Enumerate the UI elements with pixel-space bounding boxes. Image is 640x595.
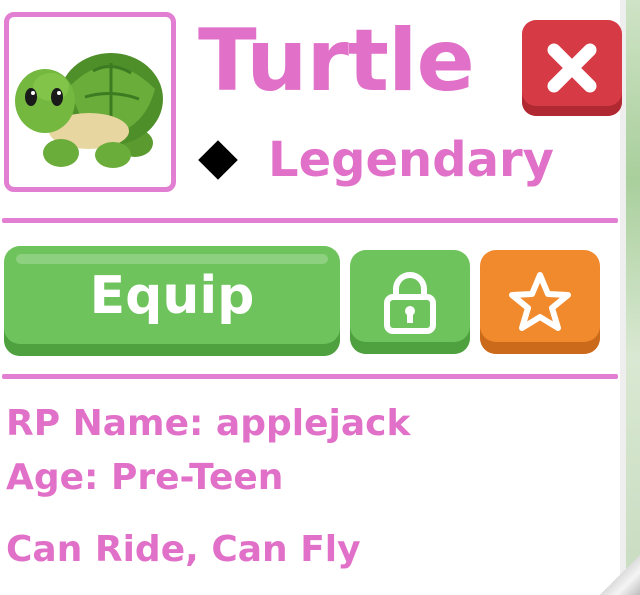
rp-name-text: RP Name: applejack <box>6 403 411 444</box>
divider-top <box>2 218 618 223</box>
pet-portrait <box>4 12 176 192</box>
pet-info-panel: Turtle Legendary Equip RP Name: applejac… <box>0 0 640 595</box>
close-button[interactable] <box>522 20 622 116</box>
age-text: Age: Pre-Teen <box>6 457 284 498</box>
rarity-diamond-icon <box>198 140 238 180</box>
button-shine <box>16 254 328 264</box>
lock-icon <box>384 272 436 334</box>
favorite-button[interactable] <box>480 250 600 354</box>
divider-middle <box>2 374 618 379</box>
equip-label: Equip <box>89 266 255 326</box>
close-icon <box>547 43 597 93</box>
abilities-text: Can Ride, Can Fly <box>6 529 361 570</box>
turtle-pet-image <box>15 53 163 168</box>
lock-button[interactable] <box>350 250 470 354</box>
corner-curl <box>600 555 640 595</box>
equip-button[interactable]: Equip <box>4 246 340 356</box>
pet-rarity: Legendary <box>268 132 554 188</box>
star-icon <box>509 272 571 331</box>
pet-name: Turtle <box>198 11 475 111</box>
